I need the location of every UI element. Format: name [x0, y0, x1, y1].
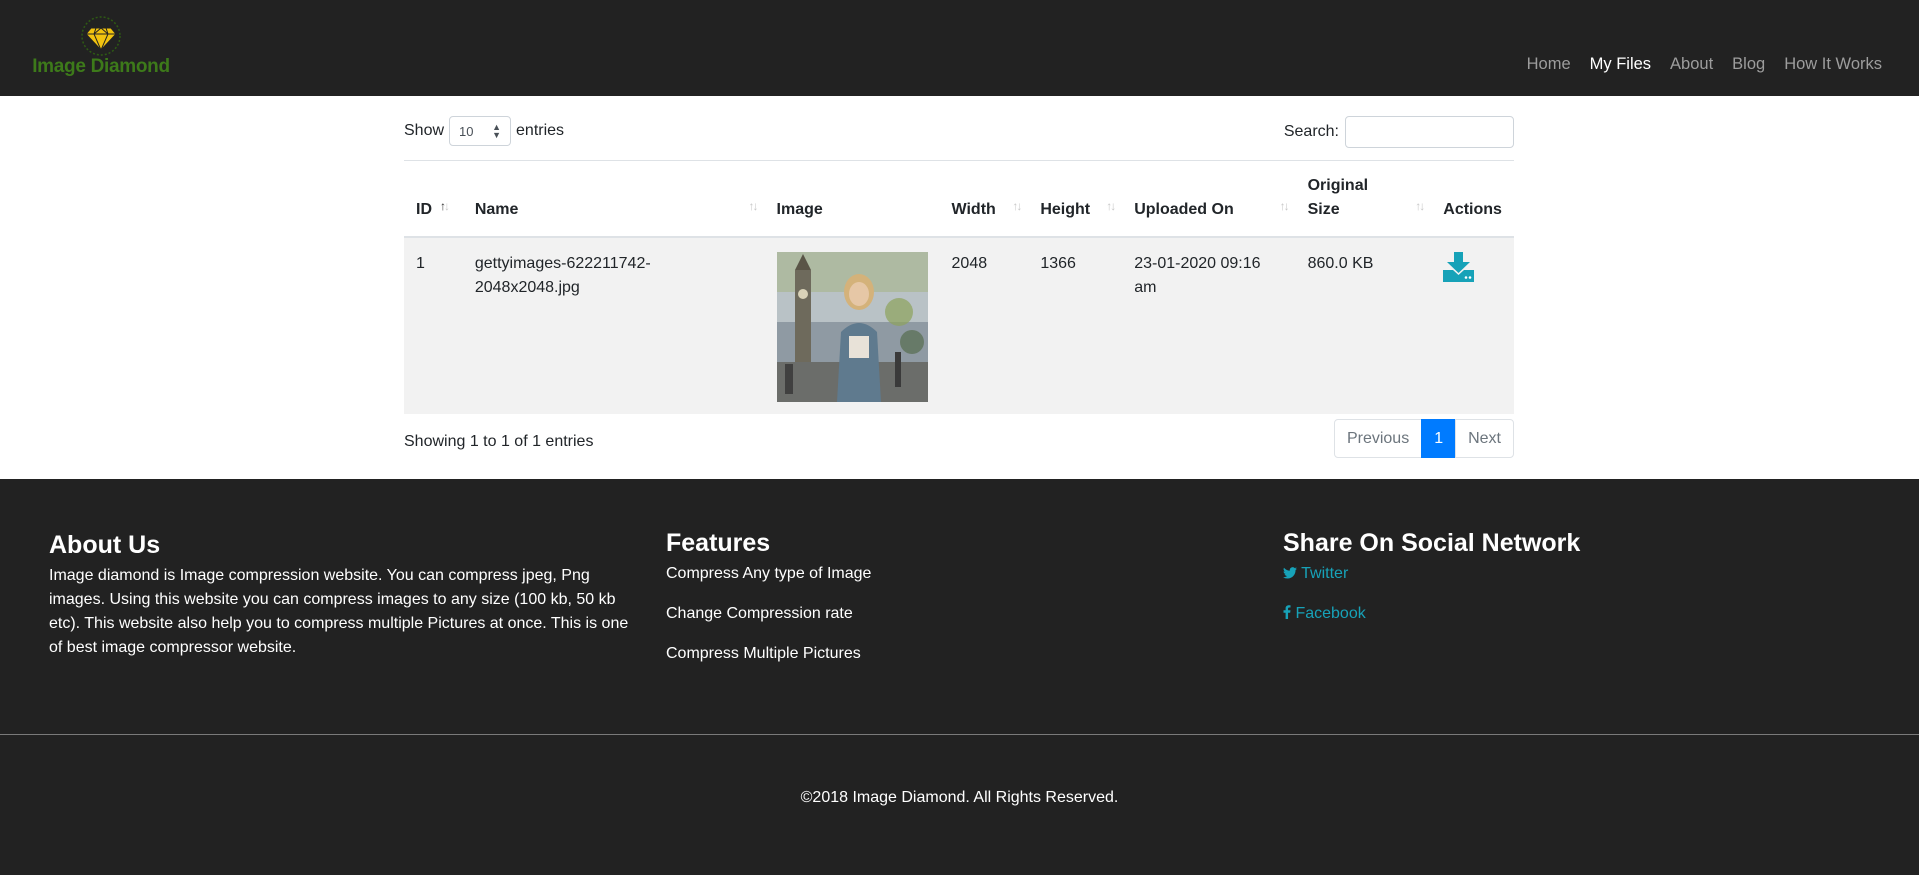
next-button[interactable]: Next — [1455, 419, 1514, 458]
twitter-link[interactable]: Twitter — [1283, 565, 1348, 582]
nav-how-it-works[interactable]: How It Works — [1784, 55, 1882, 74]
cell-uploaded-on: 23-01-2020 09:16 am — [1134, 254, 1261, 296]
table-row: 1 gettyimages-622211742-2048x2048.jpg 20… — [404, 236, 1514, 414]
cell-original-size: 860.0 KB — [1307, 254, 1374, 272]
facebook-icon — [1283, 605, 1291, 619]
nav-home[interactable]: Home — [1527, 55, 1571, 74]
sort-icon: ↑↓ — [1279, 198, 1290, 213]
twitter-label: Twitter — [1301, 565, 1349, 582]
feature-item: Compress Any type of Image — [666, 565, 872, 582]
brand-name: Image Diamond — [32, 56, 170, 77]
facebook-link[interactable]: Facebook — [1283, 605, 1366, 622]
page-bottom-edge — [0, 875, 1919, 879]
social-title: Share On Social Network — [1283, 529, 1581, 557]
feature-item: Change Compression rate — [666, 605, 853, 622]
copyright: ©2018 Image Diamond. All Rights Reserved… — [800, 789, 1119, 806]
header-id[interactable]: ID ↑↓ — [404, 160, 463, 238]
about-text: Image diamond is Image compression websi… — [49, 567, 629, 656]
diamond-icon — [81, 16, 121, 56]
cell-height: 1366 — [1040, 254, 1076, 272]
cell-width: 2048 — [951, 254, 988, 272]
facebook-label: Facebook — [1295, 605, 1366, 622]
feature-item: Compress Multiple Pictures — [666, 645, 861, 662]
nav-about[interactable]: About — [1670, 55, 1713, 74]
cell-id: 1 — [416, 254, 425, 272]
header-image: Image — [764, 160, 940, 238]
footer-about: About Us Image diamond is Image compress… — [49, 531, 629, 660]
page-length-value: 10 — [459, 123, 474, 139]
sort-icon: ↑↓ — [1012, 198, 1022, 213]
brand-logo[interactable]: Image Diamond — [28, 14, 174, 80]
files-table: ID ↑↓ Name ↑↓ Image Width ↑↓ Height ↑↓ Uploa… — [404, 160, 1514, 414]
page-length-control: Show 10 ▲ ▼ entries — [404, 116, 564, 146]
nav-blog[interactable]: Blog — [1732, 55, 1765, 74]
about-title: About Us — [49, 531, 161, 559]
sort-icon: ↑↓ — [1415, 198, 1425, 213]
header-width[interactable]: Width ↑↓ — [939, 160, 1029, 238]
sort-icon: ↑↓ — [1106, 198, 1116, 213]
header-name[interactable]: Name ↑↓ — [462, 160, 765, 238]
select-arrows-icon: ▲ ▼ — [492, 122, 502, 140]
header-original-size[interactable]: Original Size ↑↓ — [1295, 160, 1432, 238]
navbar: Image Diamond Home My Files About Blog H… — [0, 0, 1919, 96]
download-icon[interactable] — [1443, 251, 1475, 282]
nav-my-files[interactable]: My Files — [1590, 55, 1651, 74]
cell-name: gettyimages-622211742-2048x2048.jpg — [474, 254, 651, 296]
search-input[interactable] — [1345, 116, 1514, 148]
twitter-icon — [1283, 567, 1297, 579]
features-title: Features — [666, 529, 771, 557]
footer: About Us Image diamond is Image compress… — [0, 479, 1919, 879]
footer-divider — [0, 734, 1919, 735]
show-label: Show — [404, 122, 445, 139]
entries-label: entries — [516, 122, 565, 139]
page-1-button[interactable]: 1 — [1421, 419, 1457, 458]
pagination: Previous 1 Next — [1333, 419, 1514, 458]
header-height[interactable]: Height ↑↓ — [1028, 160, 1123, 238]
previous-button[interactable]: Previous — [1333, 419, 1423, 458]
sort-icon: ↑↓ — [440, 198, 450, 213]
main-nav: Home My Files About Blog How It Works — [1508, 55, 1882, 74]
table-info: Showing 1 to 1 of 1 entries — [404, 433, 594, 450]
cell-image — [765, 237, 940, 414]
footer-features: Features Compress Any type of Image Chan… — [666, 529, 1166, 666]
header-actions: Actions — [1431, 160, 1514, 238]
search-label: Search: — [1283, 123, 1339, 140]
photo-thumbnail-icon[interactable] — [776, 251, 928, 402]
header-uploaded-on[interactable]: Uploaded On ↑↓ — [1122, 160, 1296, 238]
page-length-select[interactable]: 10 ▲ ▼ — [449, 116, 512, 146]
sort-icon: ↑↓ — [748, 198, 759, 213]
table-search: Search: — [1284, 116, 1514, 148]
footer-social: Share On Social Network Twitter Facebook — [1283, 529, 1783, 626]
cell-actions — [1431, 237, 1514, 414]
